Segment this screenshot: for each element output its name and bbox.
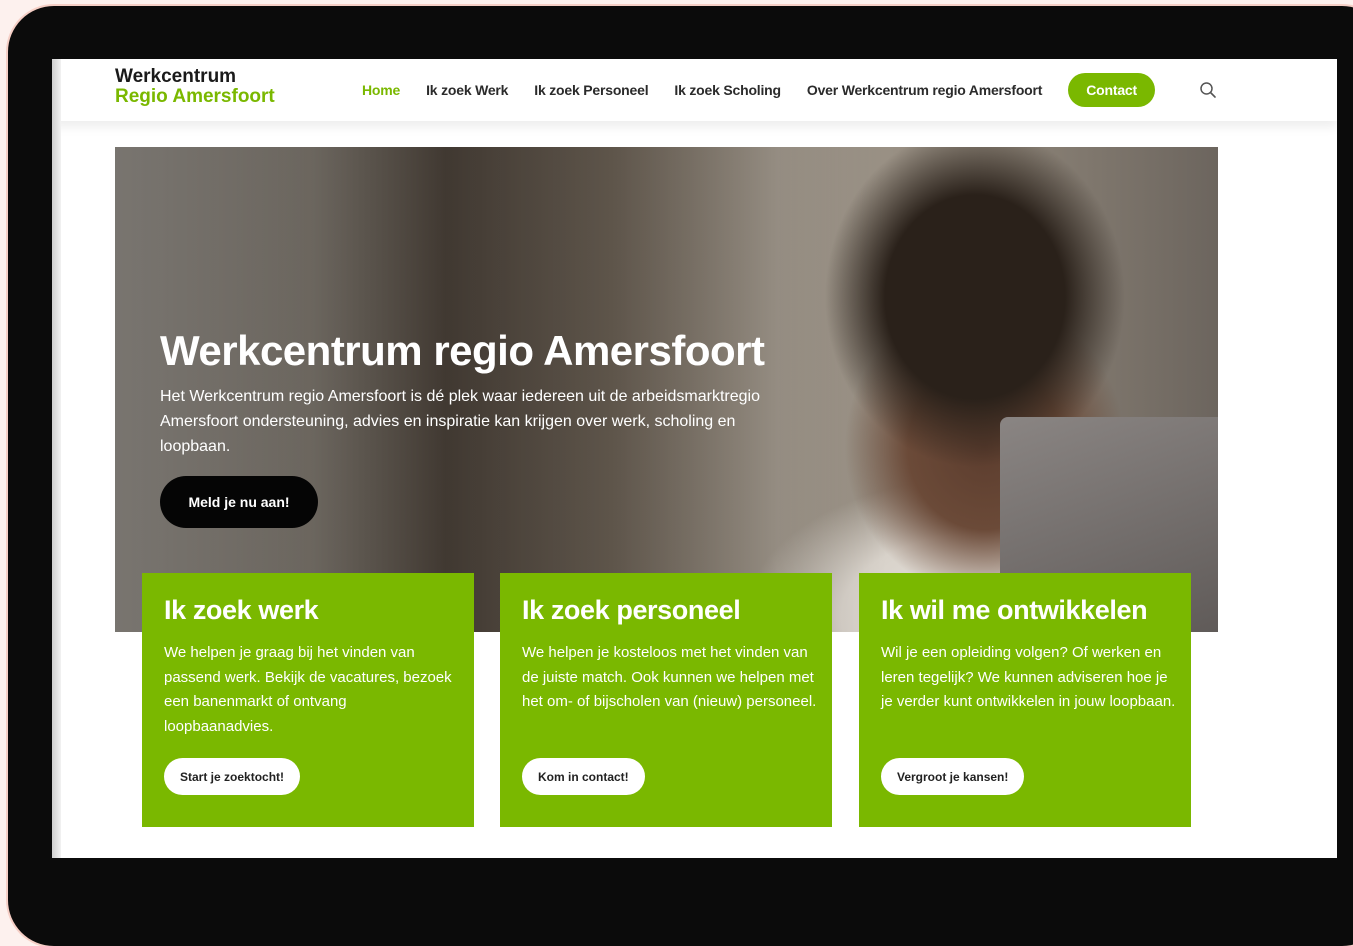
nav-item-ik-zoek-werk[interactable]: Ik zoek Werk	[426, 82, 508, 98]
logo-line-2: Regio Amersfoort	[115, 86, 275, 107]
site-logo[interactable]: Werkcentrum Regio Amersfoort	[115, 67, 275, 107]
card-text: We helpen je kosteloos met het vinden va…	[522, 644, 817, 710]
card-ik-zoek-personeel: Ik zoek personeel We helpen je kosteloos…	[500, 573, 832, 827]
card-text: Wil je een opleiding volgen? Of werken e…	[881, 644, 1176, 710]
start-search-button[interactable]: Start je zoektocht!	[164, 758, 301, 795]
card-title: Ik zoek personeel	[522, 595, 741, 625]
get-in-contact-button[interactable]: Kom in contact!	[522, 758, 645, 795]
increase-chances-button[interactable]: Vergroot je kansen!	[881, 758, 1025, 795]
card-text: We helpen je graag bij het vinden van pa…	[164, 644, 452, 735]
screen-edge	[52, 59, 61, 858]
card-ik-zoek-werk: Ik zoek werk We helpen je graag bij het …	[142, 573, 474, 827]
site-header: Werkcentrum Regio Amersfoort Home Ik zoe…	[52, 59, 1337, 121]
card-ik-wil-me-ontwikkelen: Ik wil me ontwikkelen Wil je een opleidi…	[859, 573, 1191, 827]
nav-item-home[interactable]: Home	[362, 82, 400, 98]
nav-item-ik-zoek-personeel[interactable]: Ik zoek Personeel	[534, 82, 648, 98]
browser-screen: Werkcentrum Regio Amersfoort Home Ik zoe…	[52, 59, 1337, 858]
search-icon[interactable]	[1199, 81, 1217, 99]
logo-line-1: Werkcentrum	[115, 66, 237, 87]
card-title: Ik zoek werk	[164, 595, 319, 625]
nav-item-over-werkcentrum[interactable]: Over Werkcentrum regio Amersfoort	[807, 82, 1043, 98]
contact-button[interactable]: Contact	[1068, 73, 1155, 107]
hero-banner: Werkcentrum regio Amersfoort Het Werkcen…	[115, 147, 1218, 632]
card-title: Ik wil me ontwikkelen	[881, 595, 1148, 625]
signup-button[interactable]: Meld je nu aan!	[160, 476, 318, 528]
hero-text: Het Werkcentrum regio Amersfoort is dé p…	[160, 388, 760, 455]
main-nav: Home Ik zoek Werk Ik zoek Personeel Ik z…	[362, 59, 1155, 121]
hero-title: Werkcentrum regio Amersfoort	[160, 327, 765, 374]
nav-item-ik-zoek-scholing[interactable]: Ik zoek Scholing	[674, 82, 781, 98]
